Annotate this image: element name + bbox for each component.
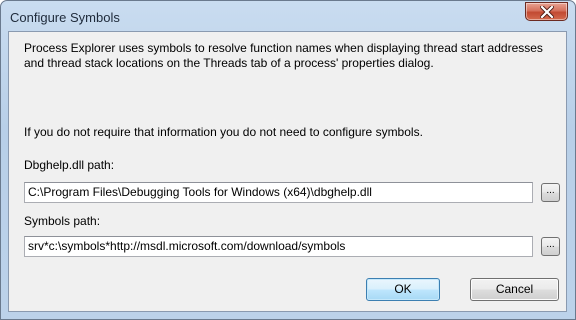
cancel-button[interactable]: Cancel: [470, 278, 559, 301]
symbols-path-label: Symbols path:: [24, 214, 101, 228]
dbghelp-browse-button[interactable]: ...: [541, 183, 560, 202]
note-text: If you do not require that information y…: [24, 125, 423, 139]
dbghelp-path-input[interactable]: C:\Program Files\Debugging Tools for Win…: [24, 182, 533, 203]
title-bar[interactable]: Configure Symbols: [1, 1, 575, 35]
symbols-path-input[interactable]: srv*c:\symbols*http://msdl.microsoft.com…: [24, 236, 533, 257]
ok-button[interactable]: OK: [366, 278, 440, 301]
close-button[interactable]: [525, 2, 568, 21]
dialog-body: Process Explorer uses symbols to resolve…: [8, 31, 567, 312]
symbols-browse-button[interactable]: ...: [541, 237, 560, 256]
close-x-icon: [540, 6, 554, 18]
configure-symbols-dialog: Configure Symbols Process Explorer uses …: [0, 0, 576, 320]
description-text: Process Explorer uses symbols to resolve…: [24, 41, 543, 70]
dbghelp-path-label: Dbghelp.dll path:: [24, 158, 115, 172]
window-title: Configure Symbols: [10, 10, 120, 25]
